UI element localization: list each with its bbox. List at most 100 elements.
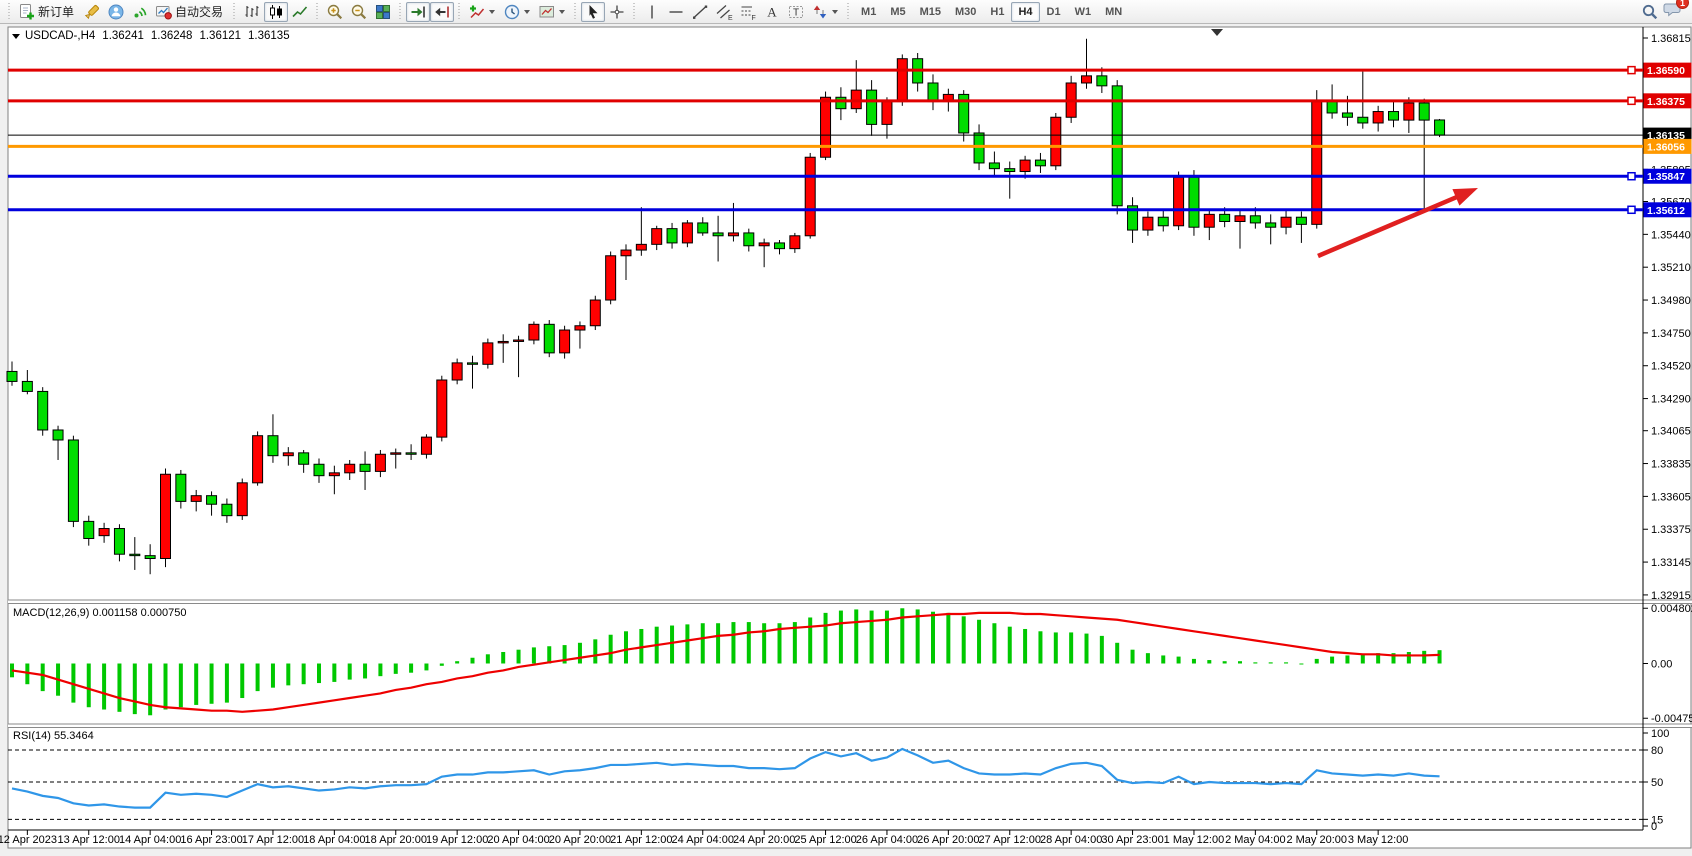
svg-text:27 Apr 12:00: 27 Apr 12:00 [979, 834, 1041, 846]
svg-text:1.33375: 1.33375 [1651, 524, 1691, 536]
candlestick-chart-icon [267, 3, 285, 21]
svg-text:28 Apr 04:00: 28 Apr 04:00 [1040, 834, 1102, 846]
svg-text:E: E [728, 15, 733, 21]
timeframe-W1[interactable]: W1 [1068, 2, 1099, 22]
community-icon [107, 3, 125, 21]
timeframe-M15[interactable]: M15 [913, 2, 948, 22]
tile-windows-button[interactable] [371, 2, 395, 22]
zoom-in-button[interactable] [323, 2, 347, 22]
arrows-button[interactable] [808, 2, 843, 22]
svg-text:12 Apr 2023: 12 Apr 2023 [0, 834, 57, 846]
quotes-dropdown-icon[interactable] [12, 34, 20, 39]
text-icon: A [763, 3, 781, 21]
toolbar-grip[interactable] [314, 3, 321, 21]
svg-text:3 May 12:00: 3 May 12:00 [1348, 834, 1409, 846]
toolbar-grip[interactable] [231, 3, 238, 21]
zoom-in-icon [326, 3, 344, 21]
svg-text:1.35440: 1.35440 [1651, 229, 1691, 241]
objects-group: E F A T [640, 0, 843, 24]
auto-scroll-button[interactable] [406, 2, 430, 22]
svg-text:26 Apr 20:00: 26 Apr 20:00 [917, 834, 979, 846]
cursor-button[interactable] [581, 2, 605, 22]
timeframe-MN[interactable]: MN [1098, 2, 1129, 22]
bar-chart-button[interactable] [240, 2, 264, 22]
chart-shift-button[interactable] [430, 2, 454, 22]
signals-icon [131, 3, 149, 21]
svg-text:1.36590: 1.36590 [1647, 65, 1685, 77]
svg-text:14 Apr 04:00: 14 Apr 04:00 [119, 834, 181, 846]
templates-dropdown-icon[interactable] [559, 10, 565, 14]
channel-button[interactable]: E [712, 2, 736, 22]
svg-text:18 Apr 20:00: 18 Apr 20:00 [365, 834, 427, 846]
toolbar-grip[interactable] [397, 3, 404, 21]
svg-text:21 Apr 12:00: 21 Apr 12:00 [610, 834, 672, 846]
svg-text:1.35210: 1.35210 [1651, 262, 1691, 274]
search-button[interactable] [1638, 2, 1662, 22]
chart-canvas[interactable]: 1.368151.365851.363551.361251.358951.356… [0, 0, 1692, 856]
indicators-button[interactable] [465, 2, 500, 22]
signals-button[interactable] [128, 2, 152, 22]
timeframe-M5[interactable]: M5 [883, 2, 912, 22]
timeframe-M30[interactable]: M30 [948, 2, 983, 22]
toolbar-grip[interactable] [572, 3, 579, 21]
text-button[interactable]: A [760, 2, 784, 22]
fibonacci-button[interactable]: F [736, 2, 760, 22]
line-chart-button[interactable] [288, 2, 312, 22]
svg-text:24 Apr 20:00: 24 Apr 20:00 [733, 834, 795, 846]
svg-text:1.33835: 1.33835 [1651, 459, 1691, 471]
editor-button[interactable] [80, 2, 104, 22]
toolbar-grip[interactable] [631, 3, 638, 21]
periods-button[interactable] [500, 2, 535, 22]
new-order-button[interactable]: 新订单 [15, 2, 80, 22]
channel-icon: E [715, 3, 733, 21]
timeframe-H4[interactable]: H4 [1011, 2, 1039, 22]
svg-text:1.35612: 1.35612 [1647, 205, 1685, 217]
insert-group [465, 0, 570, 24]
svg-text:1.34520: 1.34520 [1651, 361, 1691, 373]
svg-text:30 Apr 23:00: 30 Apr 23:00 [1101, 834, 1163, 846]
svg-text:1.34980: 1.34980 [1651, 295, 1691, 307]
timeframe-D1[interactable]: D1 [1040, 2, 1068, 22]
community-button[interactable] [104, 2, 128, 22]
periods-dropdown-icon[interactable] [524, 10, 530, 14]
svg-text:1.34065: 1.34065 [1651, 426, 1691, 438]
autotrading-button[interactable]: 自动交易 [152, 2, 229, 22]
horizontal-line-button[interactable] [664, 2, 688, 22]
svg-text:26 Apr 04:00: 26 Apr 04:00 [856, 834, 918, 846]
candlestick-chart-button[interactable] [264, 2, 288, 22]
tile-windows-icon [374, 3, 392, 21]
svg-text:1.34750: 1.34750 [1651, 328, 1691, 340]
svg-text:2 May 04:00: 2 May 04:00 [1225, 834, 1286, 846]
svg-text:16 Apr 23:00: 16 Apr 23:00 [180, 834, 242, 846]
trendline-button[interactable] [688, 2, 712, 22]
svg-text:0.00: 0.00 [1651, 659, 1672, 671]
toolbar-grip[interactable] [456, 3, 463, 21]
arrows-dropdown-icon[interactable] [832, 10, 838, 14]
main-toolbar: 新订单 [0, 0, 1692, 24]
pointer-group [581, 0, 629, 24]
svg-text:24 Apr 04:00: 24 Apr 04:00 [672, 834, 734, 846]
indicators-dropdown-icon[interactable] [489, 10, 495, 14]
timeframe-H1[interactable]: H1 [983, 2, 1011, 22]
toolbar-grip[interactable] [6, 3, 13, 21]
toolbar-grip[interactable] [845, 3, 852, 21]
new-order-icon [18, 3, 36, 21]
indicators-icon [468, 3, 486, 21]
vertical-line-button[interactable] [640, 2, 664, 22]
text-label-icon: T [787, 3, 805, 21]
timeframe-M1[interactable]: M1 [854, 2, 883, 22]
autotrading-label: 自动交易 [175, 3, 223, 20]
trade-group: 新订单 [15, 0, 229, 24]
crosshair-button[interactable] [605, 2, 629, 22]
zoom-out-button[interactable] [347, 2, 371, 22]
svg-text:13 Apr 12:00: 13 Apr 12:00 [58, 834, 120, 846]
chart-type-group [240, 0, 312, 24]
svg-text:20 Apr 04:00: 20 Apr 04:00 [487, 834, 549, 846]
svg-text:1.33605: 1.33605 [1651, 491, 1691, 503]
svg-text:1.36056: 1.36056 [1647, 141, 1685, 153]
templates-button[interactable] [535, 2, 570, 22]
chat-button[interactable]: 1 [1662, 0, 1682, 23]
low-value: 1.36121 [199, 30, 241, 42]
cursor-icon [584, 3, 602, 21]
text-label-button[interactable]: T [784, 2, 808, 22]
